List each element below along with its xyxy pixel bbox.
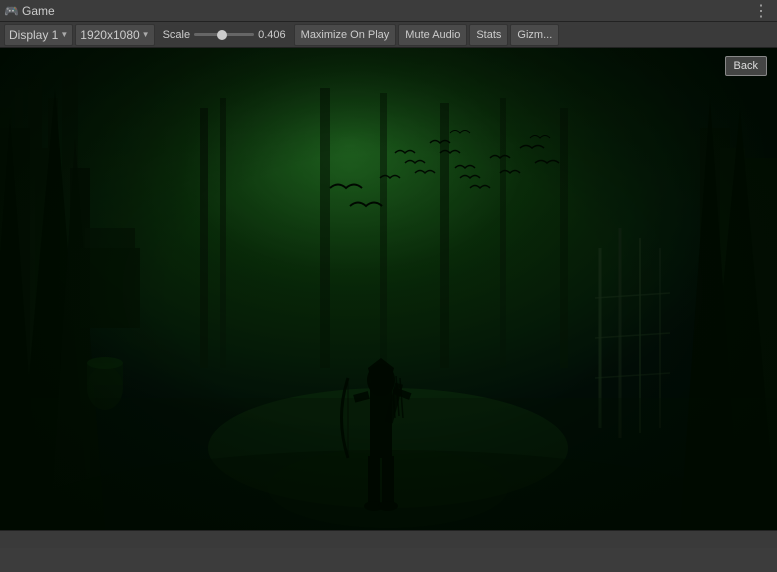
maximize-on-play-button[interactable]: Maximize On Play: [294, 24, 397, 46]
display-label: Display 1: [9, 28, 58, 42]
display-selector[interactable]: Display 1 ▼: [4, 24, 73, 46]
mute-audio-button[interactable]: Mute Audio: [398, 24, 467, 46]
game-canvas: Back: [0, 48, 777, 530]
tab-title[interactable]: Game: [22, 4, 55, 18]
game-tab-icon: 🎮: [4, 4, 18, 18]
tab-more-button[interactable]: ⋮: [749, 1, 773, 21]
status-bar: [0, 530, 777, 548]
scene-svg: [0, 48, 777, 530]
resolution-selector[interactable]: 1920x1080 ▼: [75, 24, 154, 46]
tab-bar: 🎮 Game ⋮: [0, 0, 777, 22]
back-button[interactable]: Back: [725, 56, 767, 76]
resolution-label: 1920x1080: [80, 28, 139, 42]
scale-slider[interactable]: [194, 33, 254, 36]
display-dropdown-arrow: ▼: [60, 30, 68, 39]
resolution-dropdown-arrow: ▼: [142, 30, 150, 39]
scale-value: 0.406: [258, 29, 286, 41]
gizmos-button[interactable]: Gizm...: [510, 24, 559, 46]
scale-label: Scale: [163, 29, 191, 41]
stats-button[interactable]: Stats: [469, 24, 508, 46]
scale-control: Scale 0.406: [157, 29, 292, 41]
toolbar: Display 1 ▼ 1920x1080 ▼ Scale 0.406 Maxi…: [0, 22, 777, 48]
scale-thumb: [217, 30, 227, 40]
game-view: Back: [0, 48, 777, 530]
